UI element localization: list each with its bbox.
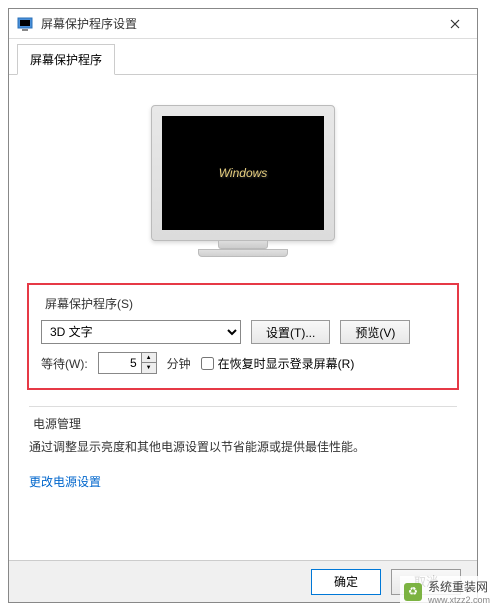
dialog-window: 屏幕保护程序设置 屏幕保护程序 Windows 屏幕保护程序(S) (8, 8, 478, 603)
screensaver-select[interactable]: 3D 文字 (41, 320, 241, 344)
watermark: ♻ 系统重装网 www.xtzz2.com (400, 576, 494, 607)
close-button[interactable] (441, 10, 469, 38)
app-icon (17, 16, 33, 32)
monitor-screen: Windows (162, 116, 324, 230)
titlebar: 屏幕保护程序设置 (9, 9, 477, 39)
power-group-label: 电源管理 (29, 415, 457, 432)
ok-button[interactable]: 确定 (311, 569, 381, 595)
window-title: 屏幕保护程序设置 (41, 15, 441, 32)
screensaver-preview-text: Windows (219, 166, 268, 180)
resume-login-checkbox[interactable] (201, 357, 214, 370)
dialog-content: Windows 屏幕保护程序(S) 3D 文字 设置(T)... 预览(V) 等… (9, 75, 477, 560)
wait-spinner[interactable]: ▲ ▼ (98, 352, 157, 374)
change-power-settings-link[interactable]: 更改电源设置 (29, 473, 101, 490)
power-group: 电源管理 通过调整显示亮度和其他电源设置以节省能源或提供最佳性能。 更改电源设置 (27, 404, 459, 490)
tab-screensaver[interactable]: 屏幕保护程序 (17, 44, 115, 75)
power-description: 通过调整显示亮度和其他电源设置以节省能源或提供最佳性能。 (29, 438, 457, 457)
wait-decrement-button[interactable]: ▼ (142, 363, 156, 373)
wait-input[interactable] (98, 352, 142, 374)
watermark-url: www.xtzz2.com (428, 595, 490, 605)
screensaver-preview-button[interactable]: 预览(V) (340, 320, 410, 344)
watermark-text: 系统重装网 (428, 578, 490, 595)
screensaver-preview-area: Windows (27, 87, 459, 269)
screensaver-settings-button[interactable]: 设置(T)... (251, 320, 330, 344)
tab-row: 屏幕保护程序 (9, 39, 477, 75)
watermark-icon: ♻ (404, 583, 422, 601)
monitor-graphic: Windows (151, 105, 335, 259)
resume-login-label: 在恢复时显示登录屏幕(R) (218, 355, 355, 372)
wait-unit: 分钟 (167, 355, 191, 372)
resume-login-checkbox-wrap[interactable]: 在恢复时显示登录屏幕(R) (201, 355, 355, 372)
screensaver-group-label: 屏幕保护程序(S) (41, 295, 445, 312)
close-icon (450, 19, 460, 29)
wait-label: 等待(W): (41, 355, 88, 372)
screensaver-group: 屏幕保护程序(S) 3D 文字 设置(T)... 预览(V) 等待(W): ▲ … (27, 283, 459, 390)
wait-increment-button[interactable]: ▲ (142, 353, 156, 363)
